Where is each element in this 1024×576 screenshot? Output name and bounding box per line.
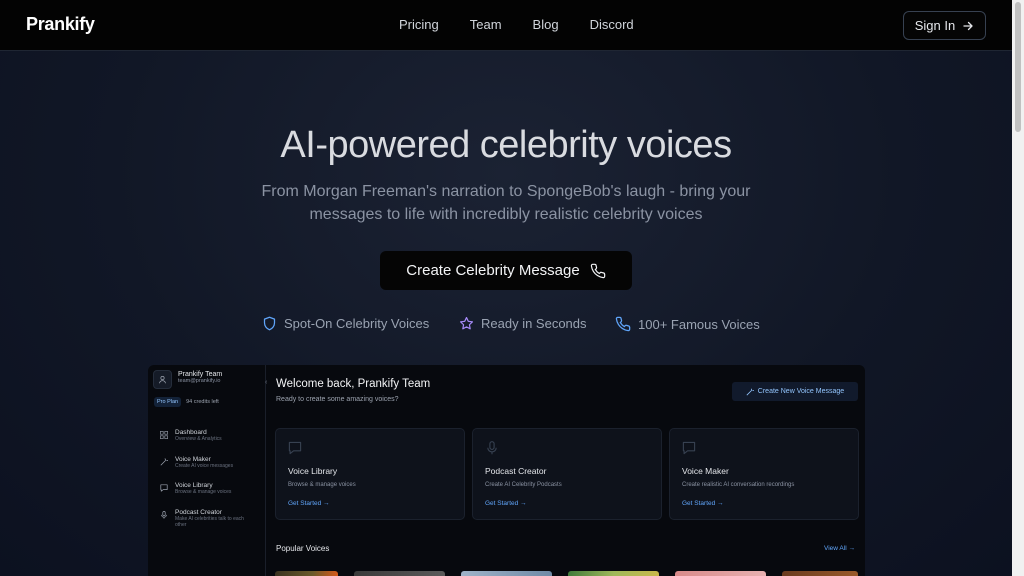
create-message-button[interactable]: Create Celebrity Message [380,251,632,290]
message-icon [288,441,302,455]
get-started-link[interactable]: Get Started → [485,500,527,507]
voice-thumbnail[interactable] [568,571,659,576]
phone-icon [590,263,605,278]
preview-sidebar: Prankify Team team@prankify.io ‹ Pro Pla… [148,365,267,576]
sidebar-item-voice-library[interactable]: Voice Library Browse & manage voices [160,482,253,495]
nav-links: Pricing Team Blog Discord [399,17,665,32]
wand-icon [746,388,754,395]
scrollbar[interactable] [1012,0,1024,576]
avatar [153,370,172,389]
card-voice-maker[interactable]: Voice Maker Create realistic AI conversa… [669,428,859,520]
user-icon [159,375,166,384]
nav-link-pricing[interactable]: Pricing [399,17,439,32]
sidebar-item-subtitle: Overview & Analytics [175,436,222,442]
dashboard-preview: Prankify Team team@prankify.io ‹ Pro Pla… [148,365,865,576]
sign-in-button[interactable]: Sign In [903,11,986,40]
nav-link-team[interactable]: Team [470,17,502,32]
welcome-title: Welcome back, Prankify Team [276,378,431,390]
user-name: Prankify Team [178,371,223,378]
card-subtitle: Create AI Celebrity Podcasts [485,482,562,488]
logo[interactable]: Prankify [26,14,95,35]
card-subtitle: Create realistic AI conversation recordi… [682,482,795,488]
card-title: Voice Maker [682,466,729,476]
voice-thumbnail[interactable] [782,571,858,576]
message-icon [682,441,696,455]
feature-label: Ready in Seconds [481,316,587,331]
sidebar-item-subtitle: Make AI celebrities talk to each other [175,516,244,528]
star-icon [459,316,474,330]
hero-title: AI-powered celebrity voices [280,124,732,166]
sidebar-item-dashboard[interactable]: Dashboard Overview & Analytics [160,429,253,442]
sidebar-item-subtitle: Browse & manage voices [175,489,232,495]
top-nav: Prankify Pricing Team Blog Discord Sign … [0,0,1012,51]
card-title: Voice Library [288,466,338,476]
welcome-subtitle: Ready to create some amazing voices? [276,396,399,403]
feature-label: 100+ Famous Voices [638,316,760,332]
preview-main: Welcome back, Prankify Team Ready to cre… [266,365,865,576]
create-voice-message-label: Create New Voice Message [757,388,845,395]
view-all-link[interactable]: View All → [824,545,855,552]
mic-icon [161,511,167,519]
plan-row: Pro Plan 94 credits left [154,397,219,407]
sidebar-item-voice-maker[interactable]: Voice Maker Create AI voice messages [160,456,253,469]
feature-label: Spot-On Celebrity Voices [284,316,430,331]
sidebar-item-subtitle: Create AI voice messages [175,463,234,469]
nav-link-blog[interactable]: Blog [533,17,559,32]
phone-icon [615,316,631,332]
user-profile[interactable]: Prankify Team team@prankify.io [153,370,222,389]
sidebar-item-title: Voice Library [175,482,213,489]
sidebar-item-title: Voice Maker [175,456,211,463]
voice-thumbnail[interactable] [461,571,552,576]
get-started-link[interactable]: Get Started → [682,500,724,507]
grid-icon [160,431,168,439]
get-started-link[interactable]: Get Started → [288,500,330,507]
sidebar-item-podcast-creator[interactable]: Podcast Creator Make AI celebrities talk… [160,509,253,528]
feature-item: 100+ Famous Voices [615,316,760,332]
voice-thumbnail[interactable] [354,571,445,576]
hero-subtitle: From Morgan Freeman's narration to Spong… [261,183,751,223]
sign-in-label: Sign In [914,18,956,33]
sidebar-item-title: Dashboard [175,429,207,436]
card-voice-library[interactable]: Voice Library Browse & manage voices Get… [275,428,465,520]
voice-thumbnail[interactable] [275,571,338,576]
scrollbar-thumb[interactable] [1015,2,1021,132]
mic-icon [487,441,497,455]
credits-left: 94 credits left [186,399,219,405]
shield-icon [263,316,276,331]
create-message-label: Create Celebrity Message [406,262,580,279]
message-icon [160,484,168,492]
feature-item: Ready in Seconds [459,316,587,331]
nav-link-discord[interactable]: Discord [590,17,634,32]
card-title: Podcast Creator [485,466,547,476]
user-email: team@prankify.io [178,378,221,384]
voice-thumbnail[interactable] [675,571,766,576]
feature-item: Spot-On Celebrity Voices [262,316,429,331]
plan-badge: Pro Plan [154,397,182,407]
sidebar-item-title: Podcast Creator [175,509,222,516]
wand-icon [160,458,168,466]
create-voice-message-button[interactable]: Create New Voice Message [732,382,858,401]
card-podcast-creator[interactable]: Podcast Creator Create AI Celebrity Podc… [472,428,662,520]
popular-voices-title: Popular Voices [276,544,330,553]
arrow-right-icon [963,21,973,30]
card-subtitle: Browse & manage voices [288,482,356,488]
